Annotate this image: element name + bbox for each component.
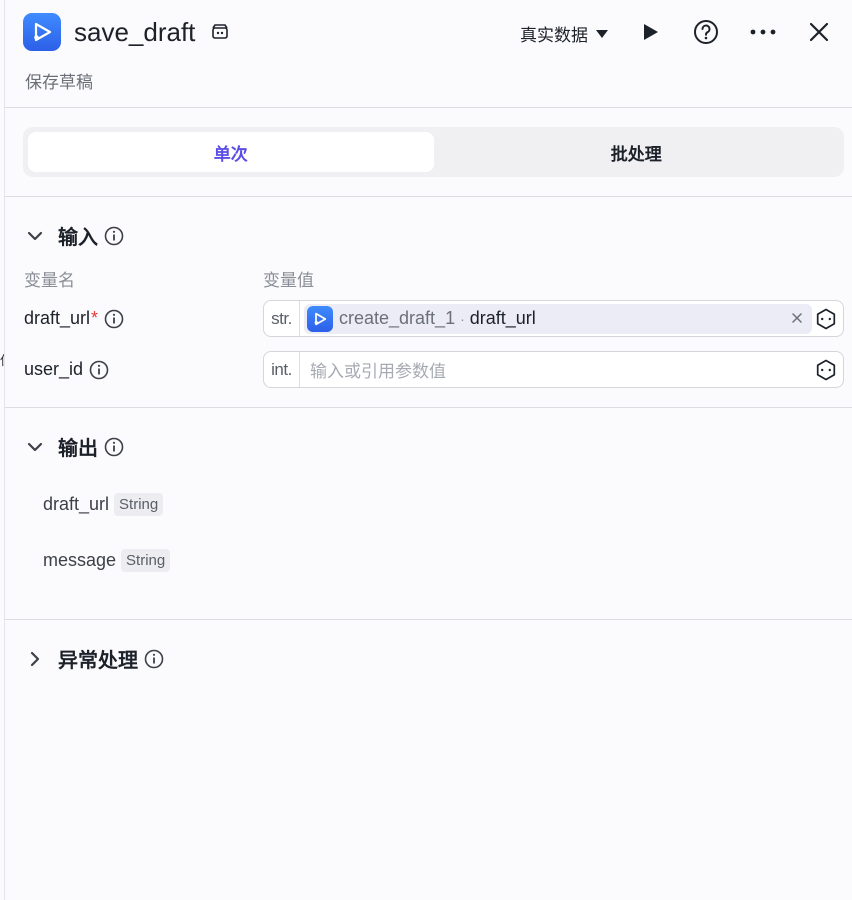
output-type-badge: String [121, 549, 171, 572]
user-id-input[interactable]: 输入或引用参数值 [310, 357, 446, 382]
caret-down-icon [596, 29, 608, 38]
node-detail-panel: save_draft 真实数据 保存草稿 单次 批处理 输入 变量名 变量值 d… [4, 0, 852, 900]
tab-batch[interactable]: 批处理 [434, 132, 840, 172]
run-mode-tabs: 单次 批处理 [23, 127, 844, 177]
close-icon [809, 22, 829, 42]
info-icon[interactable] [104, 226, 124, 246]
play-icon [644, 24, 658, 40]
user-id-value-field[interactable]: int. 输入或引用参数值 [263, 351, 844, 388]
type-tag: str. [264, 301, 300, 336]
divider [5, 619, 852, 620]
help-icon [694, 20, 718, 44]
run-button[interactable] [636, 18, 664, 46]
store-icon [210, 22, 230, 42]
chevron-right-icon [30, 651, 40, 666]
param-label: user_id [24, 359, 84, 379]
more-button[interactable] [749, 18, 777, 46]
output-name: message [43, 550, 117, 570]
param-name-user-id: user_id [24, 359, 109, 380]
output-item: draft_url String [43, 493, 164, 516]
data-mode-label: 真实数据 [520, 26, 588, 45]
chevron-down-icon [27, 442, 43, 451]
play-node-icon [307, 305, 333, 332]
output-name: draft_url [43, 494, 110, 514]
draft-url-value-field[interactable]: str. create_draft_1 · draft_url [263, 300, 844, 337]
input-section-title: 输入 [58, 227, 98, 249]
play-node-icon [23, 13, 61, 51]
variable-hex-icon[interactable] [815, 359, 837, 381]
close-icon [792, 312, 802, 323]
param-name-draft-url: draft_url * [24, 308, 124, 329]
help-button[interactable] [692, 18, 720, 46]
required-mark: * [91, 308, 99, 328]
output-section-title: 输出 [58, 438, 98, 460]
exception-section-title: 异常处理 [58, 650, 138, 672]
chevron-down-icon [27, 231, 43, 240]
output-item: message String [43, 549, 171, 572]
divider [5, 407, 852, 408]
reference-variable-name: draft_url [469, 308, 536, 328]
info-icon[interactable] [104, 437, 124, 457]
column-label-name: 变量名 [24, 271, 75, 290]
info-icon[interactable] [144, 649, 164, 669]
type-tag: int. [264, 352, 300, 387]
column-label-value: 变量值 [263, 271, 314, 290]
close-button[interactable] [805, 18, 833, 46]
clear-reference-button[interactable] [788, 309, 806, 327]
info-icon[interactable] [89, 360, 109, 380]
panel-header: save_draft 真实数据 [23, 13, 836, 53]
exception-section-toggle[interactable]: 异常处理 [25, 644, 164, 673]
divider [5, 107, 852, 108]
param-label: draft_url [24, 308, 91, 328]
reference-separator: · [460, 310, 465, 327]
output-section-toggle[interactable]: 输出 [25, 432, 124, 461]
tab-single[interactable]: 单次 [28, 132, 434, 172]
reference-node-name: create_draft_1 [339, 308, 456, 328]
node-description: 保存草稿 [25, 73, 93, 92]
info-icon[interactable] [104, 309, 124, 329]
reference-chip[interactable]: create_draft_1 · draft_url [304, 303, 812, 334]
variable-hex-icon[interactable] [815, 308, 837, 330]
input-section-toggle[interactable]: 输入 [25, 221, 124, 250]
data-mode-select[interactable]: 真实数据 [520, 21, 608, 46]
divider [5, 196, 852, 197]
more-icon [750, 29, 776, 35]
output-type-badge: String [114, 493, 164, 516]
node-title: save_draft [74, 17, 196, 47]
